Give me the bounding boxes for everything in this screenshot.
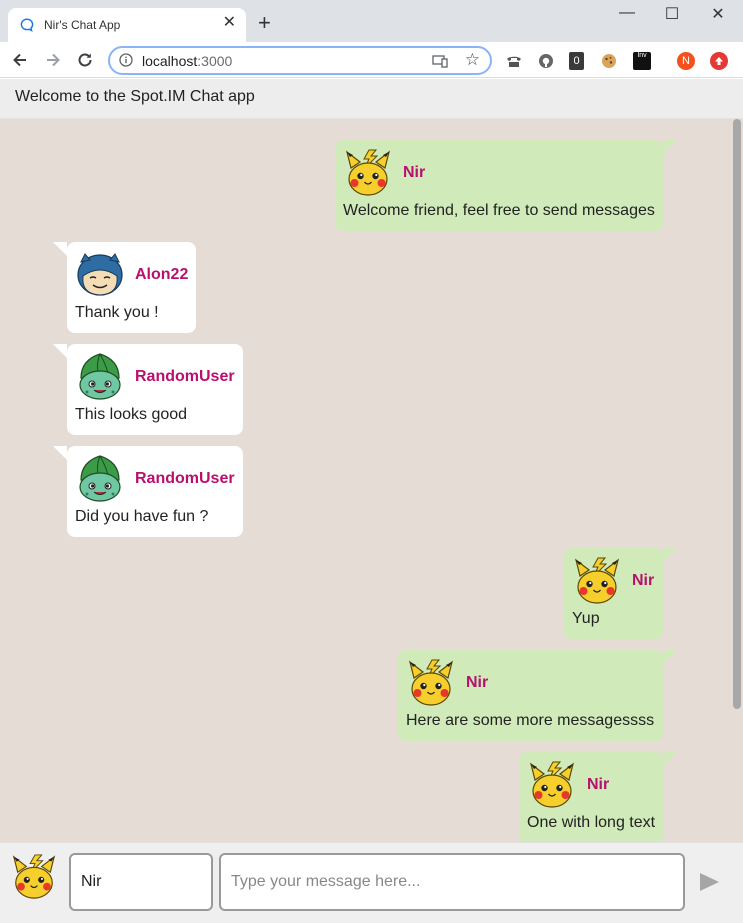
maximize-window-button[interactable]: ☐ <box>657 4 687 24</box>
url-port: :3000 <box>197 53 233 69</box>
message-text: Here are some more messagessss <box>406 712 655 729</box>
message-author: RandomUser <box>135 368 235 385</box>
snorlax-avatar-icon <box>77 253 123 296</box>
cookie-extension-icon[interactable] <box>600 52 618 70</box>
minimize-window-button[interactable]: — <box>612 4 642 22</box>
forward-arrow-icon[interactable] <box>43 50 63 70</box>
message-composer <box>0 842 743 923</box>
app-title: Welcome to the Spot.IM Chat app <box>15 88 255 105</box>
browser-toolbar: localhost:3000 ☆ 0 Inv N <box>0 42 743 78</box>
update-extension-icon[interactable] <box>710 52 728 70</box>
phone-extension-icon[interactable] <box>505 52 523 70</box>
chat-messages-area[interactable]: Nir Welcome friend, feel free to send me… <box>0 119 743 842</box>
url-host: localhost <box>142 53 198 69</box>
chat-message: Nir Welcome friend, feel free to send me… <box>335 140 677 231</box>
bulbasaur-avatar-icon <box>79 353 121 400</box>
url-text: localhost:3000 <box>142 53 232 69</box>
send-icon[interactable] <box>697 871 721 893</box>
message-author: Nir <box>403 164 426 181</box>
reload-icon[interactable] <box>75 50 95 70</box>
site-info-icon[interactable] <box>119 53 133 67</box>
chat-bubble-icon <box>20 18 34 32</box>
investing-extension-icon[interactable]: Inv <box>633 52 651 70</box>
tab-title: Nir's Chat App <box>44 18 121 32</box>
chat-scrollbar-thumb[interactable] <box>733 119 741 709</box>
new-tab-button[interactable]: + <box>258 12 271 34</box>
pikachu-avatar-icon <box>408 659 454 706</box>
message-header: Nir <box>406 658 655 708</box>
privacy-extension-icon[interactable] <box>537 52 555 70</box>
close-window-button[interactable]: ✕ <box>703 4 733 24</box>
message-header: RandomUser <box>75 352 235 402</box>
browser-tab-strip: Nir's Chat App ✕ + — ☐ ✕ <box>0 0 743 42</box>
profile-avatar-icon[interactable]: N <box>677 52 695 70</box>
device-cast-icon[interactable] <box>432 54 448 68</box>
message-text: Did you have fun ? <box>75 508 209 525</box>
username-input[interactable] <box>69 853 213 911</box>
pikachu-avatar-icon <box>12 854 56 899</box>
message-input[interactable] <box>219 853 685 911</box>
message-header: Nir <box>572 556 655 606</box>
message-author: Alon22 <box>135 266 189 283</box>
message-header: Alon22 <box>75 250 188 300</box>
bookmark-star-icon[interactable]: ☆ <box>465 50 480 70</box>
message-header: Nir <box>343 148 655 198</box>
message-header: RandomUser <box>75 454 235 504</box>
pikachu-avatar-icon <box>529 761 575 808</box>
message-text: Yup <box>572 610 600 627</box>
bulbasaur-avatar-icon <box>79 455 121 502</box>
pikachu-avatar-icon <box>574 557 620 604</box>
pikachu-avatar-icon <box>345 149 391 196</box>
message-author: Nir <box>632 572 655 589</box>
chat-message: RandomUser This looks good <box>53 344 243 435</box>
message-text: Welcome friend, feel free to send messag… <box>343 202 655 219</box>
chat-message: RandomUser Did you have fun ? <box>53 446 243 537</box>
app-header: Welcome to the Spot.IM Chat app <box>0 79 743 119</box>
close-tab-icon[interactable]: ✕ <box>223 15 236 31</box>
message-author: Nir <box>587 776 610 793</box>
chat-message: Nir Here are some more messagessss <box>398 650 677 741</box>
message-author: Nir <box>466 674 489 691</box>
address-bar[interactable]: localhost:3000 ☆ <box>108 46 492 75</box>
chat-message: Nir One with long text <box>519 752 677 842</box>
chat-message: Alon22 Thank you ! <box>53 242 196 333</box>
browser-tab[interactable]: Nir's Chat App ✕ <box>8 8 246 42</box>
chat-message: Nir Yup <box>564 548 677 639</box>
message-header: Nir <box>527 760 655 810</box>
investing-extension-label: Inv <box>637 52 647 59</box>
message-text: One with long text <box>527 814 656 831</box>
message-author: RandomUser <box>135 470 235 487</box>
back-arrow-icon[interactable] <box>10 50 30 70</box>
counter-extension-icon[interactable]: 0 <box>569 52 584 70</box>
message-text: Thank you ! <box>75 304 159 321</box>
message-text: This looks good <box>75 406 188 423</box>
